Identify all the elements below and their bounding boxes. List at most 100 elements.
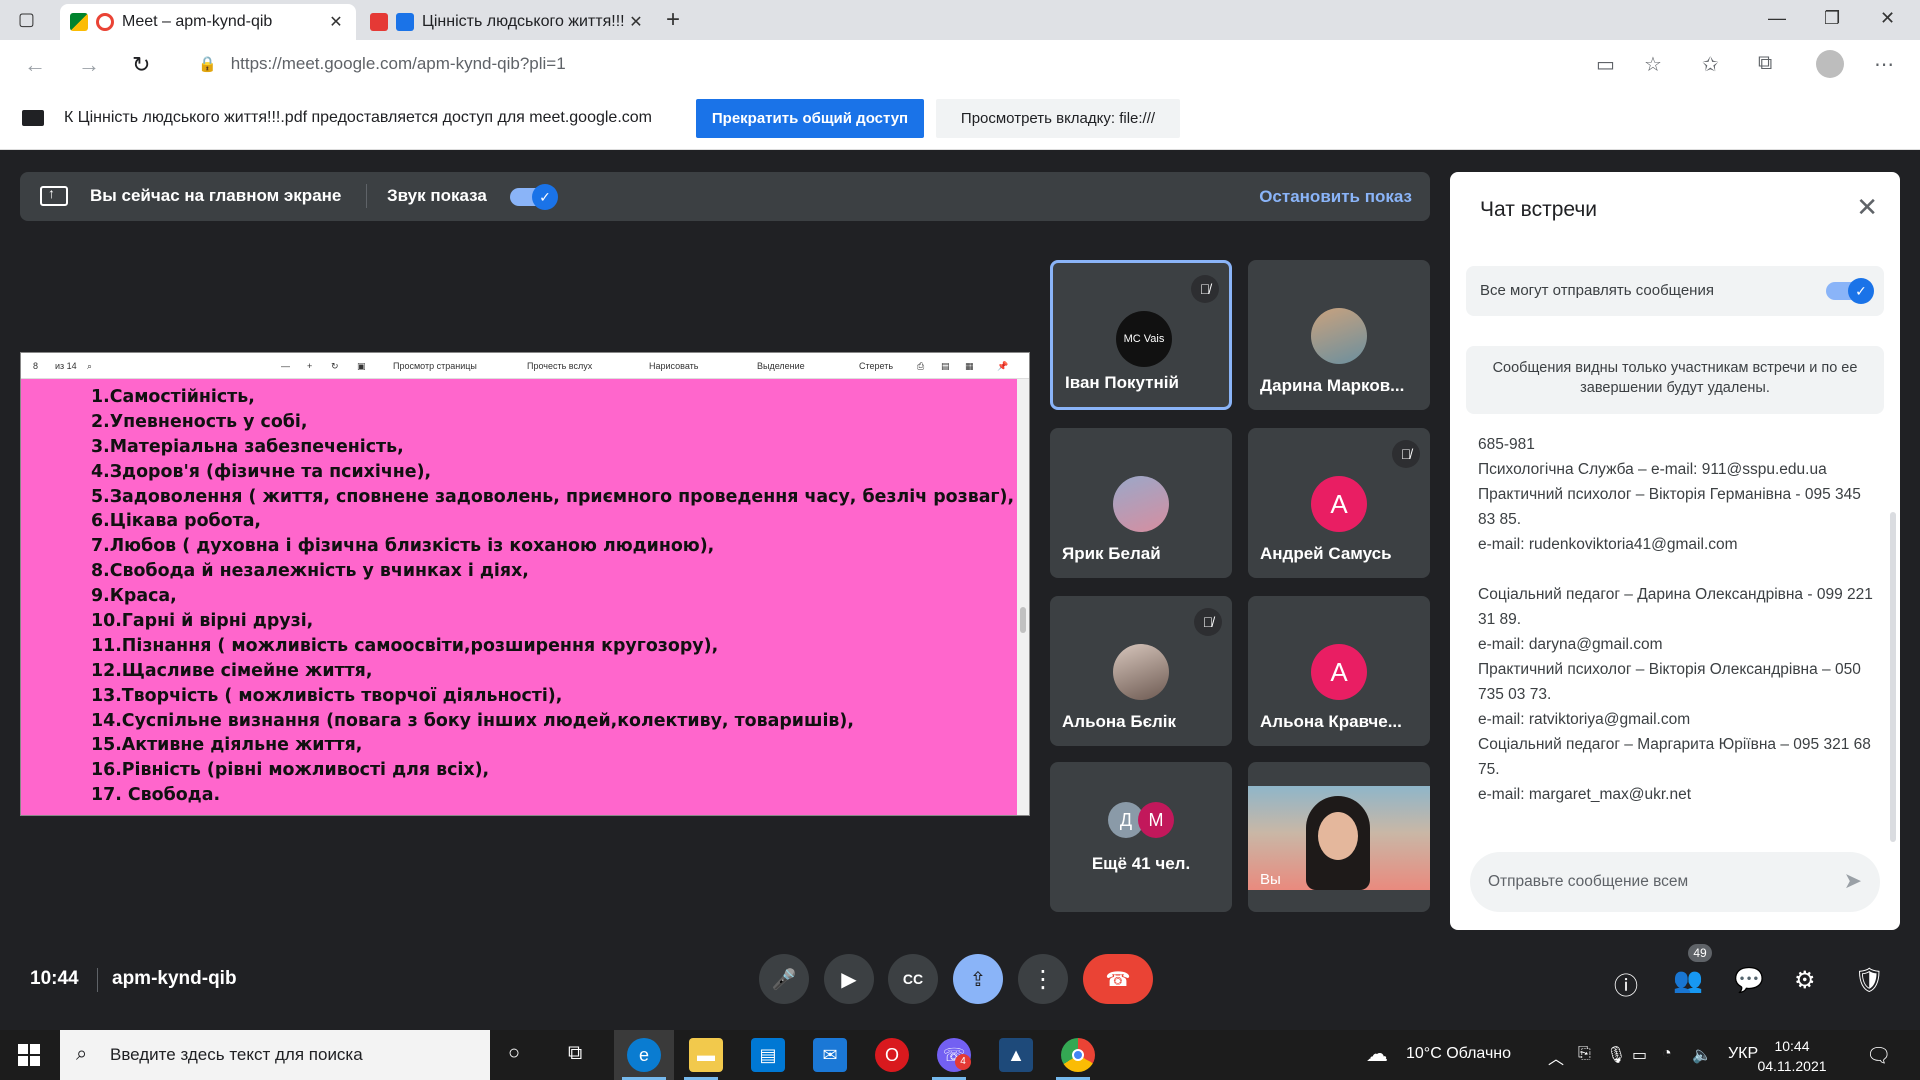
highlight-button[interactable]: Выделение bbox=[757, 361, 805, 371]
read-aloud-button[interactable]: Прочесть вслух bbox=[527, 361, 592, 371]
save-as-icon[interactable]: ▦ bbox=[965, 361, 974, 372]
page-number[interactable]: 8 bbox=[33, 361, 38, 371]
rotate-icon[interactable]: ↻ bbox=[331, 361, 339, 372]
save-icon[interactable]: ▤ bbox=[941, 361, 950, 372]
chevron-up-icon[interactable]: ︿ bbox=[1548, 1045, 1564, 1069]
volume-icon[interactable]: 🔈 bbox=[1692, 1045, 1712, 1065]
people-icon[interactable]: 👥 bbox=[1673, 966, 1703, 995]
stop-sharing-button[interactable]: Прекратить общий доступ bbox=[696, 99, 924, 138]
favorites-icon[interactable]: ✩ bbox=[1702, 52, 1719, 77]
sound-toggle[interactable]: ✓ bbox=[510, 184, 558, 210]
avatar: А bbox=[1311, 644, 1367, 700]
zoom-out-icon[interactable]: — bbox=[281, 361, 290, 371]
page-count: из 14 bbox=[55, 361, 77, 371]
lock-icon[interactable]: 🔒 bbox=[198, 55, 217, 73]
taskbar-search[interactable]: ⌕ Введите здесь текст для поиска bbox=[60, 1030, 490, 1080]
participant-name: Альона Кравче... bbox=[1260, 712, 1402, 731]
leave-call-button[interactable]: ☎ bbox=[1083, 954, 1153, 1004]
weather-text[interactable]: 10°C Облачно bbox=[1406, 1045, 1511, 1063]
avatar: А bbox=[1311, 476, 1367, 532]
restore-icon[interactable]: ❐ bbox=[1824, 8, 1840, 29]
collections-icon[interactable]: ⧉ bbox=[1758, 52, 1772, 75]
notifications-icon[interactable]: 🗨 bbox=[1866, 1043, 1891, 1068]
microphone-button[interactable]: 🎤 bbox=[759, 954, 809, 1004]
participant-tile[interactable]: 🎙̸ Альона Бєлік bbox=[1050, 596, 1232, 746]
camera-button[interactable]: ▶ bbox=[824, 954, 874, 1004]
participant-name: Альона Бєлік bbox=[1062, 712, 1176, 731]
microphone-tray-icon[interactable]: 🎙 bbox=[1606, 1045, 1626, 1065]
task-view-icon[interactable]: ⧉ bbox=[568, 1042, 582, 1065]
erase-button[interactable]: Стереть bbox=[859, 361, 893, 371]
participant-name: Андрей Самусь bbox=[1260, 544, 1392, 563]
edge-icon[interactable]: e bbox=[627, 1038, 661, 1072]
list-item: 14.Суспільне визнання (повага з боку інш… bbox=[91, 710, 854, 731]
reload-icon[interactable]: ↻ bbox=[132, 52, 150, 78]
activities-icon[interactable]: ⚙ bbox=[1794, 966, 1816, 995]
host-controls-icon[interactable]: 🛡 bbox=[1854, 966, 1884, 995]
present-button[interactable]: ⇪ bbox=[953, 954, 1003, 1004]
tab-close-icon[interactable]: ✕ bbox=[326, 12, 346, 32]
chat-icon[interactable]: 💬 bbox=[1734, 966, 1764, 995]
pin-icon[interactable]: 📌 bbox=[997, 361, 1008, 372]
participant-tile[interactable]: Дарина Марков... bbox=[1248, 260, 1430, 410]
participant-tile[interactable]: MC Vais 🎙̸ Іван Покутній bbox=[1050, 260, 1232, 410]
pdf-search-icon[interactable]: ⌕ bbox=[87, 361, 92, 372]
add-favorite-icon[interactable]: ☆ bbox=[1644, 52, 1662, 77]
close-icon[interactable]: ✕ bbox=[1856, 192, 1878, 223]
mic-off-icon: 🎙̸ bbox=[1194, 608, 1222, 636]
self-video-tile[interactable]: Вы bbox=[1248, 762, 1430, 912]
store-icon[interactable]: ▤ bbox=[751, 1038, 785, 1072]
zoom-in-icon[interactable]: + bbox=[307, 361, 312, 371]
presenting-bar: Вы сейчас на главном экране Звук показа … bbox=[20, 172, 1430, 221]
url-field[interactable]: 🔒 https://meet.google.com/apm-kynd-qib?p… bbox=[180, 46, 1680, 82]
chrome-icon[interactable] bbox=[1061, 1038, 1095, 1072]
file-explorer-icon[interactable]: ▬ bbox=[689, 1038, 723, 1072]
opera-icon[interactable]: O bbox=[875, 1038, 909, 1072]
scrollbar-thumb[interactable] bbox=[1020, 607, 1026, 633]
chat-input[interactable]: Отправьте сообщение всем ➤ bbox=[1470, 852, 1880, 912]
view-tab-button[interactable]: Просмотреть вкладку: file:/// bbox=[936, 99, 1180, 138]
minimize-icon[interactable]: — bbox=[1768, 8, 1786, 29]
clock-date: 04.11.2021 bbox=[1757, 1058, 1827, 1074]
photos-icon[interactable]: ▲ bbox=[999, 1038, 1033, 1072]
close-window-icon[interactable]: ✕ bbox=[1880, 8, 1895, 29]
chat-scrollbar[interactable] bbox=[1890, 512, 1896, 842]
participant-tile[interactable]: А Альона Кравче... bbox=[1248, 596, 1430, 746]
tab-pdf[interactable]: Цінність людського життя!!!.pdf ✕ bbox=[360, 4, 656, 40]
back-icon[interactable]: ← bbox=[24, 52, 46, 78]
participant-tile[interactable]: А 🎙̸ Андрей Самусь bbox=[1248, 428, 1430, 578]
more-menu-icon[interactable]: ⋯ bbox=[1874, 52, 1894, 77]
pdf-scrollbar[interactable] bbox=[1017, 379, 1029, 815]
weather-cloud-icon[interactable]: ☁ bbox=[1366, 1041, 1388, 1067]
camera-in-use-icon[interactable]: ▭ bbox=[1596, 52, 1615, 77]
print-icon[interactable]: ⎙ bbox=[917, 361, 924, 372]
allow-messages-toggle[interactable]: ✓ bbox=[1826, 278, 1874, 304]
send-icon[interactable]: ➤ bbox=[1844, 868, 1862, 894]
profile-avatar[interactable] bbox=[1816, 50, 1844, 78]
avatar: М bbox=[1138, 802, 1174, 838]
more-options-button[interactable]: ⋮ bbox=[1018, 954, 1068, 1004]
more-participants-tile[interactable]: ДМ Ещё 41 чел. bbox=[1050, 762, 1232, 912]
page-view-button[interactable]: Просмотр страницы bbox=[393, 361, 477, 371]
stop-presenting-link[interactable]: Остановить показ bbox=[1259, 187, 1412, 207]
network-device-icon[interactable]: ⎘ bbox=[1578, 1045, 1591, 1063]
avatar bbox=[1113, 644, 1169, 700]
mail-icon[interactable]: ✉ bbox=[813, 1038, 847, 1072]
wifi-icon[interactable]: ◔ bbox=[1662, 1045, 1672, 1063]
cortana-icon[interactable]: ○ bbox=[508, 1042, 520, 1065]
draw-button[interactable]: Нарисовать bbox=[649, 361, 698, 371]
captions-button[interactable]: CC bbox=[888, 954, 938, 1004]
start-button[interactable] bbox=[18, 1044, 40, 1066]
tab-actions-icon[interactable]: ▢ bbox=[18, 9, 40, 31]
taskbar-clock[interactable]: 10:44 04.11.2021 bbox=[1752, 1036, 1832, 1076]
tab-meet[interactable]: Meet – apm-kynd-qib ✕ bbox=[60, 4, 356, 40]
info-icon[interactable]: ⓘ bbox=[1614, 966, 1638, 1001]
tab-close-icon[interactable]: ✕ bbox=[626, 12, 646, 32]
participant-tile[interactable]: Ярик Белай bbox=[1050, 428, 1232, 578]
new-tab-icon[interactable]: + bbox=[666, 6, 680, 34]
chat-message: e-mail: ratviktoriya@gmail.com bbox=[1478, 711, 1691, 728]
forward-icon[interactable]: → bbox=[78, 52, 100, 78]
meeting-code[interactable]: apm-kynd-qib bbox=[112, 968, 237, 990]
battery-icon[interactable]: ▭ bbox=[1632, 1045, 1647, 1065]
fit-page-icon[interactable]: ▣ bbox=[357, 361, 366, 372]
